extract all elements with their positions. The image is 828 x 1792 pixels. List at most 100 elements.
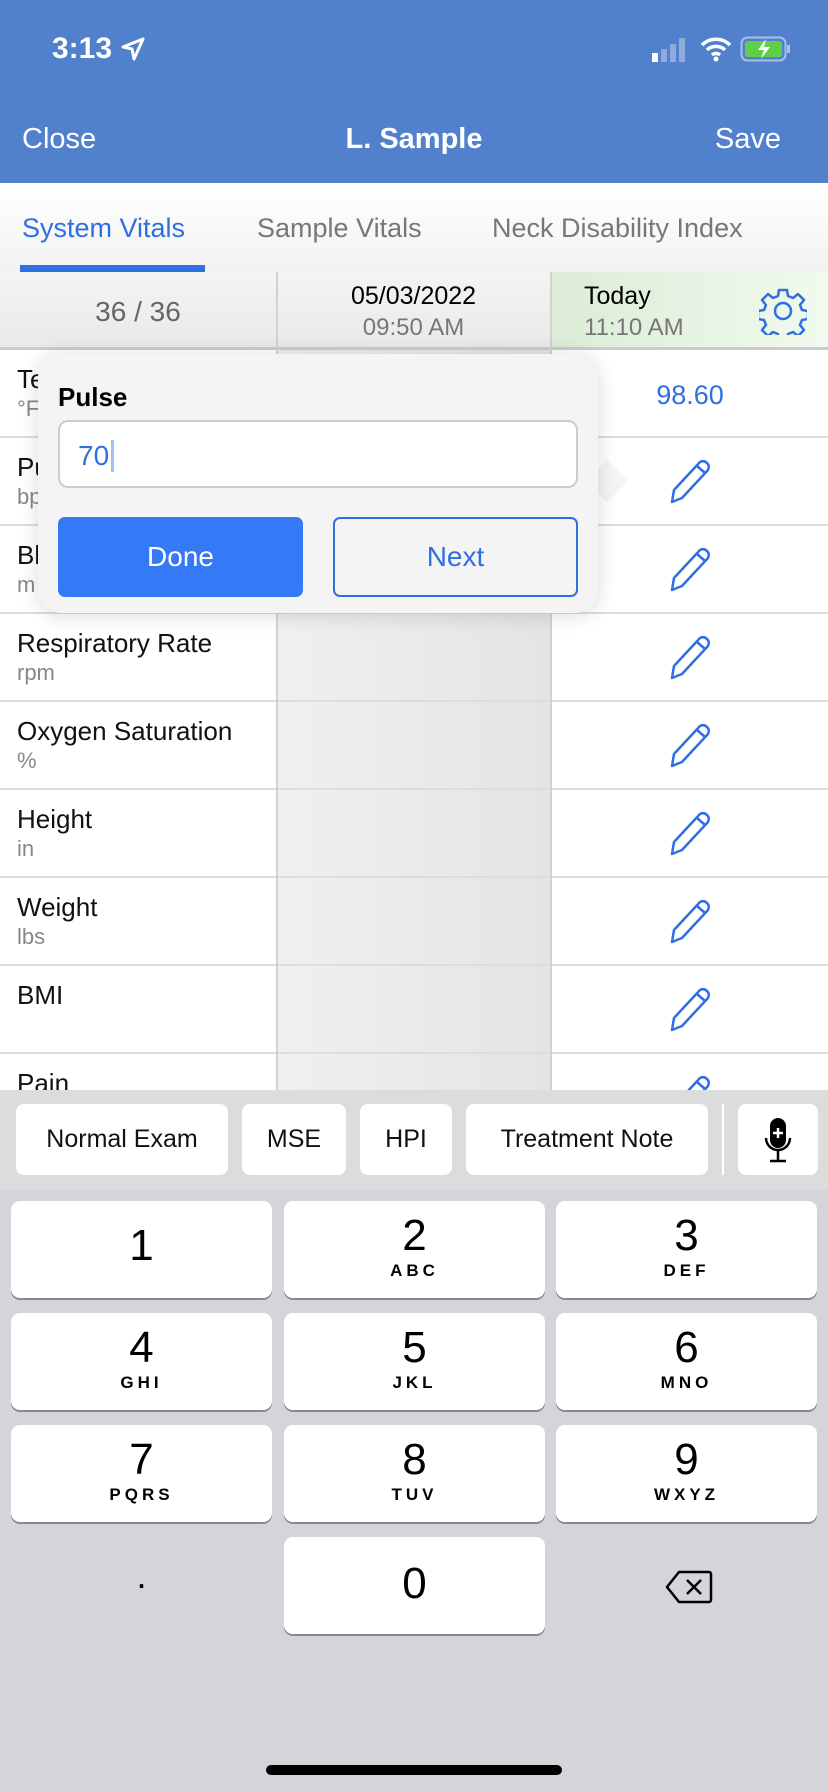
next-button[interactable]: Next bbox=[333, 517, 578, 597]
key-letters: JKL bbox=[392, 1373, 437, 1392]
previous-value-cell bbox=[277, 790, 550, 876]
key-letters: WXYZ bbox=[653, 1485, 720, 1504]
tab-sample-vitals[interactable]: Sample Vitals bbox=[257, 213, 422, 244]
key-letters: GHI bbox=[120, 1373, 163, 1392]
key-letters: ABC bbox=[390, 1261, 439, 1280]
done-button[interactable]: Done bbox=[58, 517, 303, 597]
key-4[interactable]: 4 GHI bbox=[11, 1313, 272, 1410]
vital-unit: rpm bbox=[17, 660, 55, 685]
treatment-note-button[interactable]: Treatment Note bbox=[466, 1104, 708, 1175]
record-count: 36 / 36 bbox=[95, 296, 181, 327]
divider bbox=[276, 878, 278, 966]
location-arrow-icon bbox=[121, 37, 145, 61]
keyboard: Normal Exam MSE HPI Treatment Note 1 2 ABC… bbox=[0, 1090, 828, 1792]
key-2[interactable]: 2 ABC bbox=[284, 1201, 545, 1298]
divider bbox=[722, 1104, 724, 1175]
vital-unit: in bbox=[17, 836, 35, 861]
tab-system-vitals[interactable]: System Vitals bbox=[22, 213, 185, 244]
previous-value-cell bbox=[277, 614, 550, 700]
popover-label: Pulse bbox=[58, 382, 128, 412]
today-label: Today bbox=[584, 282, 651, 310]
normal-exam-button[interactable]: Normal Exam bbox=[16, 1104, 228, 1175]
key-digit: 7 bbox=[129, 1435, 154, 1484]
dictation-button[interactable] bbox=[738, 1104, 818, 1175]
today-time: 11:10 AM bbox=[584, 314, 684, 341]
key-digit: 2 bbox=[402, 1211, 427, 1260]
edit-pencil-icon[interactable] bbox=[664, 546, 712, 594]
edit-pencil-icon[interactable] bbox=[664, 458, 712, 506]
key-digit: 9 bbox=[674, 1435, 699, 1484]
mse-button[interactable]: MSE bbox=[242, 1104, 346, 1175]
divider bbox=[550, 614, 552, 702]
divider bbox=[550, 966, 552, 1054]
key-8[interactable]: 8 TUV bbox=[284, 1425, 545, 1522]
hpi-button[interactable]: HPI bbox=[360, 1104, 452, 1175]
table-row: BMI bbox=[0, 966, 828, 1054]
key-letters: TUV bbox=[391, 1485, 438, 1504]
previous-value-cell bbox=[277, 702, 550, 788]
vital-unit: °F bbox=[17, 396, 40, 421]
vital-unit: lbs bbox=[17, 924, 46, 949]
backspace-icon[interactable] bbox=[665, 1570, 713, 1604]
key-6[interactable]: 6 MNO bbox=[556, 1313, 817, 1410]
column-header: 36 / 36 05/03/2022 09:50 AM Today 11:10 … bbox=[0, 272, 828, 350]
active-tab-indicator bbox=[20, 265, 205, 272]
divider bbox=[276, 966, 278, 1054]
today-column-header[interactable]: Today 11:10 AM bbox=[552, 272, 828, 347]
header-bar: 3:13 Close L. Sample Save bbox=[0, 0, 828, 183]
tab-neck-disability-index[interactable]: Neck Disability Index bbox=[492, 213, 743, 244]
key-digit: 0 bbox=[402, 1559, 427, 1608]
prev-date[interactable]: 05/03/2022 bbox=[277, 282, 550, 311]
prev-time: 09:50 AM bbox=[362, 314, 465, 341]
vital-unit: m bbox=[17, 572, 36, 597]
key-letters: PQRS bbox=[109, 1485, 174, 1504]
key-0[interactable]: 0 bbox=[284, 1537, 545, 1634]
vital-unit: % bbox=[17, 748, 37, 773]
microphone-icon bbox=[764, 1117, 792, 1162]
key-digit: 3 bbox=[674, 1211, 699, 1260]
key-digit: 4 bbox=[129, 1323, 154, 1372]
divider bbox=[276, 702, 278, 790]
vital-name: Height bbox=[17, 804, 93, 834]
previous-value-cell bbox=[277, 878, 550, 964]
key-digit: 8 bbox=[402, 1435, 427, 1484]
divider bbox=[276, 790, 278, 878]
table-row: Height in bbox=[0, 790, 828, 878]
save-button[interactable]: Save bbox=[715, 123, 781, 156]
vital-name: Respiratory Rate bbox=[17, 628, 213, 658]
edit-pencil-icon[interactable] bbox=[664, 986, 712, 1034]
pulse-input-value: 70 bbox=[78, 440, 115, 472]
previous-value-cell bbox=[277, 966, 550, 1052]
divider bbox=[550, 790, 552, 878]
key-digit: 6 bbox=[674, 1323, 699, 1372]
key-9[interactable]: 9 WXYZ bbox=[556, 1425, 817, 1522]
key-digit: 1 bbox=[129, 1221, 154, 1270]
battery-charging-icon bbox=[740, 36, 790, 62]
decimal-key[interactable]: . bbox=[11, 1555, 272, 1597]
edit-pencil-icon[interactable] bbox=[664, 722, 712, 770]
home-indicator bbox=[266, 1765, 562, 1775]
tab-bar: System Vitals Sample Vitals Neck Disabil… bbox=[0, 183, 828, 272]
vital-name: Weight bbox=[17, 892, 98, 922]
vital-name: Bl bbox=[17, 540, 41, 570]
key-1[interactable]: 1 bbox=[11, 1201, 272, 1298]
key-7[interactable]: 7 PQRS bbox=[11, 1425, 272, 1522]
table-row: Respiratory Rate rpm bbox=[0, 614, 828, 702]
keyboard-accessory-bar: Normal Exam MSE HPI Treatment Note bbox=[0, 1090, 828, 1190]
vital-name: BMI bbox=[17, 980, 64, 1010]
divider bbox=[276, 614, 278, 702]
gear-icon[interactable] bbox=[759, 287, 807, 335]
divider bbox=[550, 878, 552, 966]
page-title: L. Sample bbox=[345, 123, 483, 155]
key-digit: 5 bbox=[402, 1323, 427, 1372]
edit-pencil-icon[interactable] bbox=[664, 634, 712, 682]
edit-pencil-icon[interactable] bbox=[664, 810, 712, 858]
table-row: Weight lbs bbox=[0, 878, 828, 966]
key-letters: DEF bbox=[663, 1261, 710, 1280]
key-3[interactable]: 3 DEF bbox=[556, 1201, 817, 1298]
edit-pencil-icon[interactable] bbox=[664, 898, 712, 946]
wifi-icon bbox=[700, 37, 732, 62]
pulse-input[interactable]: 70 bbox=[58, 420, 578, 488]
close-button[interactable]: Close bbox=[22, 123, 96, 156]
key-5[interactable]: 5 JKL bbox=[284, 1313, 545, 1410]
